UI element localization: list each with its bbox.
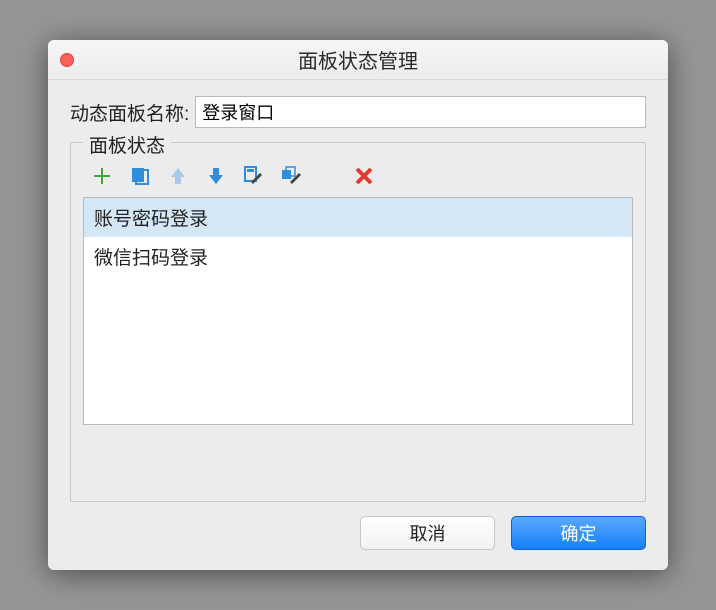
traffic-lights [60, 53, 118, 67]
move-up-icon [167, 165, 189, 187]
dialog-content: 动态面板名称: 面板状态 [48, 80, 668, 502]
list-item[interactable]: 账号密码登录 [84, 198, 632, 237]
window-title: 面板状态管理 [48, 45, 668, 74]
state-toolbar [83, 155, 633, 197]
list-item[interactable]: 微信扫码登录 [84, 237, 632, 276]
panel-name-input[interactable] [195, 96, 646, 128]
panel-state-legend: 面板状态 [83, 131, 171, 158]
close-window-button[interactable] [60, 53, 74, 67]
panel-name-label: 动态面板名称: [70, 99, 189, 126]
dialog-window: 面板状态管理 动态面板名称: 面板状态 [48, 40, 668, 570]
list-item-label: 微信扫码登录 [94, 248, 208, 269]
move-down-icon[interactable] [205, 165, 227, 187]
state-list[interactable]: 账号密码登录 微信扫码登录 [83, 197, 633, 425]
panel-name-row: 动态面板名称: [70, 96, 646, 128]
edit-all-states-icon[interactable] [281, 165, 303, 187]
list-item-label: 账号密码登录 [94, 209, 208, 230]
cancel-button[interactable]: 取消 [360, 516, 495, 550]
delete-state-icon[interactable] [353, 165, 375, 187]
add-state-icon[interactable] [91, 165, 113, 187]
panel-state-fieldset: 面板状态 [70, 142, 646, 502]
duplicate-state-icon[interactable] [129, 165, 151, 187]
dialog-footer: 取消 确定 [48, 502, 668, 570]
ok-button[interactable]: 确定 [511, 516, 646, 550]
edit-state-icon[interactable] [243, 165, 265, 187]
titlebar: 面板状态管理 [48, 40, 668, 80]
